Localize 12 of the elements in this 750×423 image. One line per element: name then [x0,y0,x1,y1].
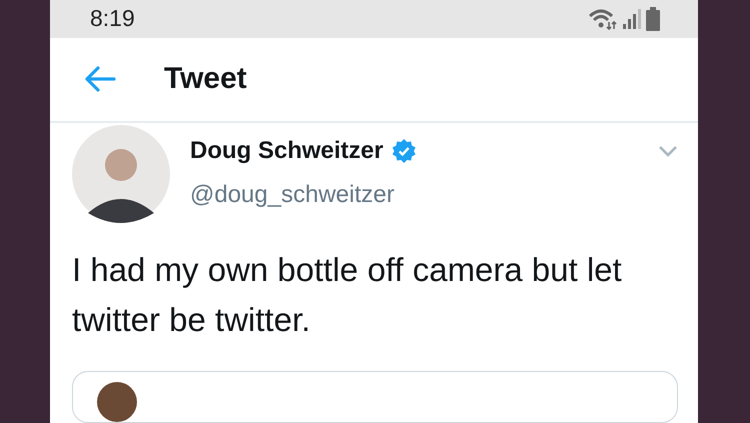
status-time: 8:19 [90,5,135,32]
back-arrow-icon[interactable] [84,65,116,94]
user-handle: @doug_schweitzer [190,181,396,209]
user-name[interactable]: Doug Schweitzer [190,137,384,165]
tweet-text: I had my own bottle off camera but let twitter be twitter. [72,250,623,340]
quoted-tweet-card[interactable] [72,371,678,423]
battery-icon [646,6,660,31]
page-title: Tweet [164,62,247,96]
signal-icon [622,8,642,30]
quoted-avatar [97,382,137,422]
avatar[interactable] [72,125,170,223]
wifi-icon [588,8,618,30]
